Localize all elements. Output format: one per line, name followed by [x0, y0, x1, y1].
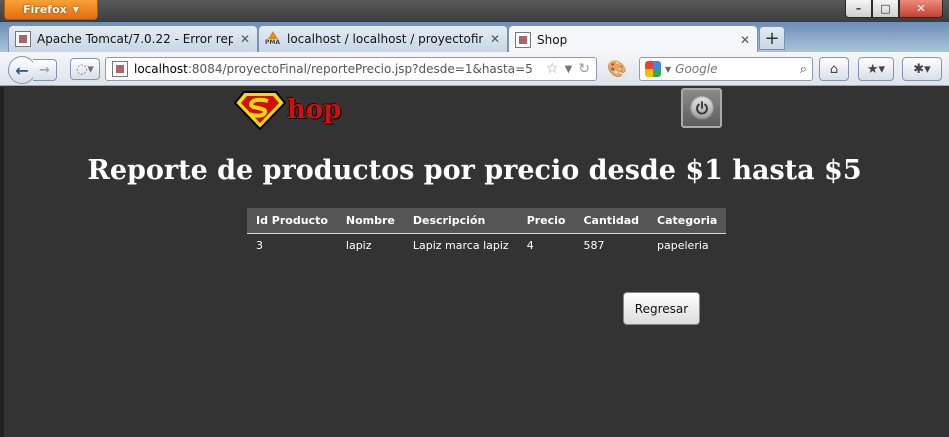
- address-bar[interactable]: localhost:8084/proyectoFinal/reportePrec…: [105, 57, 597, 81]
- power-icon: [689, 96, 714, 120]
- tab-tomcat-error[interactable]: Apache Tomcat/7.0.22 - Error report ✕: [8, 25, 258, 52]
- shop-logo[interactable]: hop: [234, 90, 341, 130]
- page-border: [0, 87, 4, 437]
- close-tab-icon[interactable]: ✕: [739, 33, 751, 47]
- close-tab-icon[interactable]: ✕: [489, 32, 501, 46]
- url-text[interactable]: localhost:8084/proyectoFinal/reportePrec…: [134, 62, 540, 76]
- bookmarks-menu-icon[interactable]: ★▾: [858, 57, 894, 81]
- column-header: Categoria: [648, 208, 727, 234]
- cell-description: Lapiz marca lapiz: [412, 238, 509, 252]
- logo-text: hop: [287, 95, 342, 125]
- superman-shield-icon: [234, 91, 286, 130]
- tab-phpmyadmin[interactable]: localhost / localhost / proyectofinal /.…: [258, 25, 508, 52]
- phpmyadmin-icon: [265, 31, 281, 47]
- firefox-menu-label: Firefox: [23, 3, 67, 16]
- cell-id: 3: [256, 238, 263, 252]
- chevron-down-icon: ▼: [72, 5, 79, 14]
- page-title: Reporte de productos por precio desde $1…: [87, 155, 862, 186]
- logout-button[interactable]: [681, 88, 722, 128]
- page-content: hop Reporte de productos por precio desd…: [0, 87, 949, 437]
- search-bar[interactable]: ▼ Google ⌕: [639, 57, 813, 81]
- back-button[interactable]: Regresar: [623, 292, 700, 325]
- chevron-down-icon[interactable]: ▼: [665, 65, 671, 74]
- page-icon: [515, 31, 531, 48]
- addon-puzzle-icon[interactable]: ✱▾: [902, 57, 942, 81]
- cell-name: lapiz: [345, 238, 372, 252]
- table-row: 3 lapiz Lapiz marca lapiz 4 587 papeleri…: [247, 233, 726, 257]
- window-titlebar: Firefox ▼ – □ ✕: [0, 0, 949, 22]
- page-icon: [112, 61, 128, 77]
- column-header: Precio: [517, 208, 575, 234]
- new-tab-button[interactable]: +: [759, 26, 785, 50]
- cell-quantity: 587: [583, 238, 605, 252]
- column-header: Cantidad: [574, 208, 649, 234]
- products-table: Id Producto Nombre Descripción Precio Ca…: [247, 208, 727, 257]
- close-window-button[interactable]: ✕: [899, 0, 943, 18]
- search-input[interactable]: Google: [675, 62, 796, 76]
- forward-arrow-icon[interactable]: →: [33, 59, 57, 81]
- chevron-down-icon[interactable]: ▼: [565, 64, 573, 75]
- navigation-toolbar: ← → ◌▾ localhost:8084/proyectoFinal/repo…: [0, 52, 949, 86]
- tab-shop[interactable]: Shop ✕: [508, 25, 758, 53]
- bookmark-star-icon[interactable]: ☆: [546, 61, 559, 77]
- maximize-button[interactable]: □: [872, 0, 899, 18]
- back-forward-group: ← →: [8, 56, 57, 84]
- tab-label: Apache Tomcat/7.0.22 - Error report: [37, 32, 233, 46]
- reload-icon[interactable]: ↻: [578, 61, 590, 77]
- cell-category: papeleria: [657, 238, 709, 252]
- table-header-row: Id Producto Nombre Descripción Precio Ca…: [247, 208, 727, 234]
- close-tab-icon[interactable]: ✕: [239, 32, 251, 46]
- back-arrow-icon[interactable]: ←: [8, 56, 36, 84]
- google-icon[interactable]: [645, 61, 661, 77]
- search-icon[interactable]: ⌕: [800, 62, 807, 77]
- minimize-button[interactable]: –: [845, 0, 872, 18]
- tomcat-icon: [15, 31, 31, 47]
- tab-strip: Apache Tomcat/7.0.22 - Error report ✕ lo…: [0, 22, 949, 53]
- home-icon[interactable]: ⌂: [819, 57, 849, 81]
- window-controls: – □ ✕: [845, 0, 943, 18]
- history-dropdown-button[interactable]: ◌▾: [70, 58, 100, 80]
- cell-price: 4: [526, 238, 534, 252]
- firefox-menu-button[interactable]: Firefox ▼: [4, 0, 98, 20]
- url-path: :8084/proyectoFinal/reportePrecio.jsp?de…: [187, 62, 533, 76]
- column-header: Descripción: [403, 208, 518, 234]
- column-header: Id Producto: [247, 208, 337, 234]
- tab-label: localhost / localhost / proyectofinal /.…: [287, 32, 483, 46]
- tab-label: Shop: [537, 32, 568, 47]
- palette-icon[interactable]: 🎨: [605, 59, 629, 81]
- column-header: Nombre: [336, 208, 404, 234]
- url-host: localhost: [134, 62, 188, 76]
